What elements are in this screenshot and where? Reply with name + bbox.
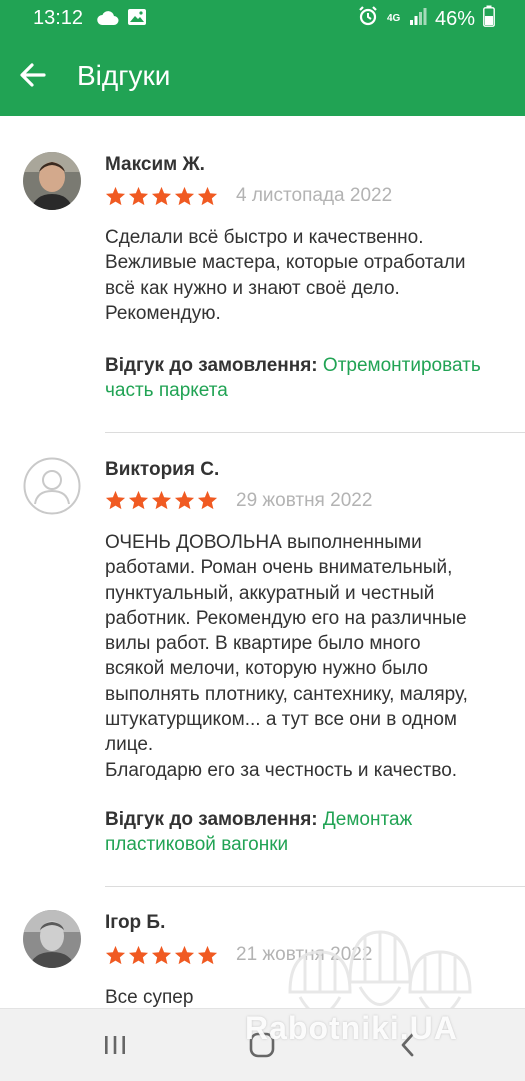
star-icon [174,490,195,510]
review-order: Відгук до замовлення: Демонтаж пластиков… [105,807,515,857]
avatar [23,152,81,210]
review-author: Максим Ж. [105,154,205,175]
cloud-icon [97,9,119,32]
star-icon [128,490,149,510]
app-header: 13:12 4G 46% Відгуки [0,0,525,116]
divider [105,886,525,887]
review-text: Все супер [105,987,194,1008]
page-title: Відгуки [77,60,171,91]
avatar [23,910,81,968]
divider [105,432,525,433]
watermark-text: Rabotniki.UA [245,1010,458,1046]
star-icon [105,186,126,206]
review-text: Сделали всё быстро и качественно. Вежлив… [105,227,466,324]
star-icon [174,945,195,965]
star-icon [174,186,195,206]
status-bar: 13:12 4G 46% [0,0,525,36]
avatar [23,457,81,515]
review-text: ОЧЕНЬ ДОВОЛЬНА выполненными работами. Ро… [105,532,468,781]
star-icon [151,490,172,510]
network-type-icon: 4G [387,14,401,24]
star-icon [151,186,172,206]
arrow-left-icon [16,63,50,96]
rating-stars [105,186,218,206]
rating-stars [105,945,218,965]
star-icon [197,490,218,510]
status-system-icons: 4G 46% [357,5,495,33]
star-icon [105,490,126,510]
review-date: 29 жовтня 2022 [236,490,373,511]
review-date: 4 листопада 2022 [236,185,393,206]
star-icon [105,945,126,965]
back-button[interactable] [16,58,50,92]
review-author: Виктория С. [105,459,220,480]
image-icon [127,8,147,32]
order-label: Відгук до замовлення: [105,809,318,830]
recent-apps-icon [102,1033,128,1062]
star-icon [197,945,218,965]
star-icon [151,945,172,965]
star-icon [128,945,149,965]
star-icon [197,186,218,206]
alarm-icon [357,5,379,33]
battery-icon [483,5,495,33]
review-date: 21 жовтня 2022 [236,944,373,965]
review-order: Відгук до замовлення: Отремонтировать ча… [105,353,515,403]
signal-icon [409,6,427,32]
status-notification-icons [97,8,147,32]
star-icon [128,186,149,206]
battery-percent: 46% [434,8,475,30]
order-label: Відгук до замовлення: [105,355,318,376]
recent-apps-button[interactable] [95,1027,135,1067]
network-type-label: 4G [386,13,401,24]
review-author: Ігор Б. [105,912,166,933]
rating-stars [105,490,218,510]
status-time: 13:12 [33,7,84,29]
